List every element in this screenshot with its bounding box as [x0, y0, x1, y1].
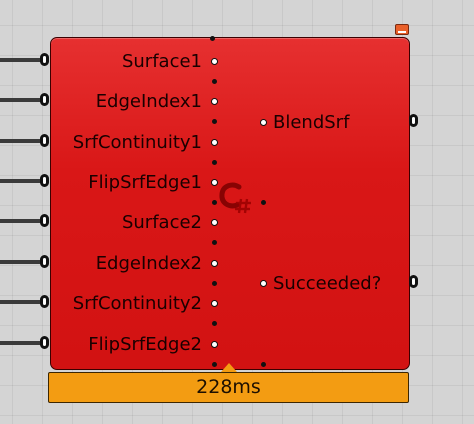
input-grip[interactable] — [40, 134, 49, 147]
input-param-edgeindex2[interactable]: EdgeIndex2 — [96, 253, 202, 275]
input-grip[interactable] — [40, 214, 49, 227]
output-param-blendsrf[interactable]: BlendSrf — [273, 112, 349, 134]
input-param-edgeindex1[interactable]: EdgeIndex1 — [96, 91, 202, 113]
separator-dot — [210, 36, 215, 41]
separator-dot — [212, 119, 217, 124]
input-wire — [0, 219, 44, 223]
preview-flag-icon[interactable] — [395, 24, 409, 35]
input-wire — [0, 98, 44, 102]
input-param-dot — [211, 300, 218, 307]
input-grip[interactable] — [40, 255, 49, 268]
separator-dot — [212, 321, 217, 326]
separator-dot — [212, 362, 217, 367]
input-param-srfcontinuity1[interactable]: SrfContinuity1 — [73, 132, 202, 154]
separator-dot — [212, 160, 217, 165]
separator-dot — [261, 200, 266, 205]
input-param-flipsrfedge2[interactable]: FlipSrfEdge2 — [88, 334, 202, 356]
input-wire — [0, 300, 44, 304]
input-wire — [0, 179, 44, 183]
timing-bar: 228ms — [48, 372, 409, 403]
input-grip[interactable] — [40, 53, 49, 66]
input-wire — [0, 260, 44, 264]
timing-notch — [221, 363, 237, 372]
input-grip[interactable] — [40, 93, 49, 106]
input-param-srfcontinuity2[interactable]: SrfContinuity2 — [73, 293, 202, 315]
output-param-dot — [260, 119, 267, 126]
separator-dot — [212, 240, 217, 245]
output-grip[interactable] — [409, 275, 418, 288]
output-param-dot — [260, 280, 267, 287]
output-grip[interactable] — [409, 114, 418, 127]
input-wire — [0, 58, 44, 62]
input-grip[interactable] — [40, 336, 49, 349]
output-param-succeeded[interactable]: Succeeded? — [273, 273, 381, 295]
input-wire — [0, 139, 44, 143]
input-param-dot — [211, 58, 218, 65]
input-param-dot — [211, 139, 218, 146]
separator-dot — [261, 362, 266, 367]
input-param-dot — [211, 341, 218, 348]
separator-dot — [212, 79, 217, 84]
input-wire — [0, 341, 44, 345]
input-param-dot — [211, 219, 218, 226]
input-param-dot — [211, 98, 218, 105]
csharp-script-component[interactable]: Surface1 EdgeIndex1 SrfContinuity1 FlipS… — [50, 37, 410, 370]
input-grip[interactable] — [40, 295, 49, 308]
input-param-surface1[interactable]: Surface1 — [122, 51, 202, 73]
input-grip[interactable] — [40, 174, 49, 187]
separator-dot — [212, 281, 217, 286]
csharp-script-icon[interactable] — [217, 181, 255, 217]
input-param-surface2[interactable]: Surface2 — [122, 212, 202, 234]
grasshopper-canvas[interactable]: Surface1 EdgeIndex1 SrfContinuity1 FlipS… — [0, 0, 474, 424]
input-param-flipsrfedge1[interactable]: FlipSrfEdge1 — [88, 172, 202, 194]
input-param-dot — [211, 260, 218, 267]
